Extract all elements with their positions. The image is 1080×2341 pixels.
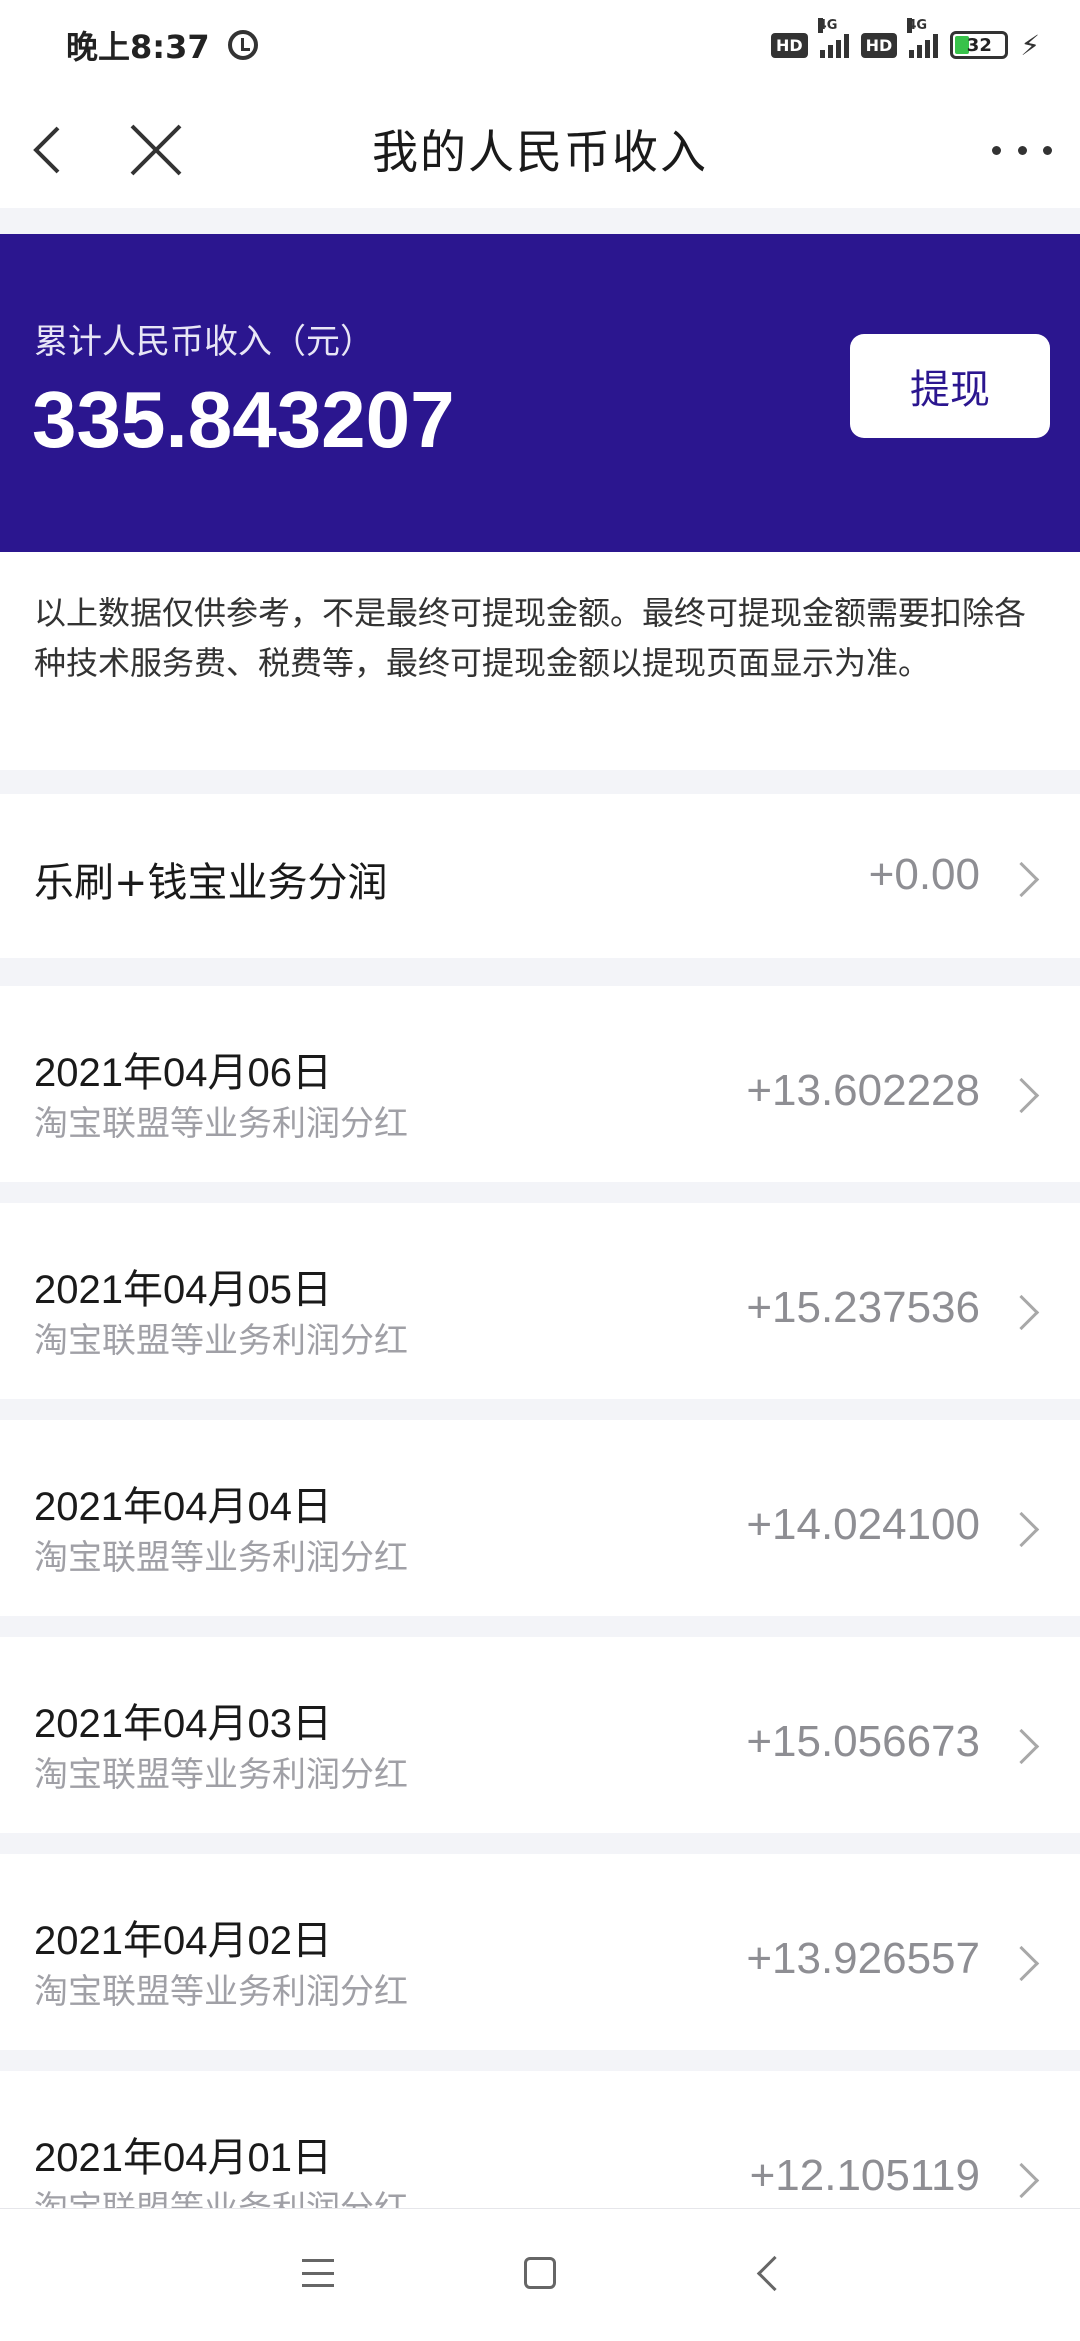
- withdraw-button[interactable]: 提现: [850, 334, 1050, 438]
- hd-badge: HD: [770, 32, 808, 58]
- list-item[interactable]: 2021年04月06日 淘宝联盟等业务利润分红 +13.602228: [0, 986, 1080, 1182]
- record-date: 2021年04月02日: [34, 1919, 332, 1963]
- record-date: 2021年04月03日: [34, 1702, 332, 1746]
- charging-icon: ⚡: [1020, 28, 1040, 62]
- chevron-right-icon: [1003, 861, 1040, 898]
- list-item[interactable]: 2021年04月05日 淘宝联盟等业务利润分红 +15.237536: [0, 1203, 1080, 1399]
- chevron-right-icon: [1003, 2162, 1040, 2199]
- chevron-right-icon: [1003, 1511, 1040, 1548]
- record-desc: 淘宝联盟等业务利润分红: [34, 1755, 408, 1795]
- status-left: 晚上8:37: [66, 22, 258, 68]
- chevron-right-icon: [1003, 1945, 1040, 1982]
- status-bar: 晚上8:37 HD 4G HD 4G 32 ⚡: [0, 0, 1080, 90]
- record-amount: +15.056673: [746, 1717, 980, 1766]
- alarm-icon: [227, 30, 258, 60]
- status-time: 晚上8:37: [66, 28, 210, 66]
- signal-icon: 4G: [817, 18, 849, 58]
- record-desc: 淘宝联盟等业务利润分红: [34, 1972, 408, 2012]
- record-amount: +15.237536: [746, 1283, 980, 1332]
- network-label: 4G: [817, 18, 838, 33]
- record-desc: 淘宝联盟等业务利润分红: [34, 1321, 408, 1361]
- system-back-icon[interactable]: [756, 2255, 793, 2292]
- record-date: 2021年04月06日: [34, 1051, 332, 1095]
- status-right: HD 4G HD 4G 32 ⚡: [770, 18, 1040, 62]
- close-icon[interactable]: [124, 118, 188, 182]
- nav-bar: 我的人民币收入: [0, 90, 1080, 208]
- more-dots-icon[interactable]: [992, 130, 1052, 170]
- menu-icon[interactable]: [302, 2259, 334, 2287]
- profit-share-title: 乐刷+钱宝业务分润: [34, 860, 388, 906]
- record-date: 2021年04月05日: [34, 1268, 332, 1312]
- network-label-2: 4G: [907, 18, 928, 33]
- record-amount: +13.926557: [746, 1934, 980, 1983]
- record-desc: 淘宝联盟等业务利润分红: [34, 1104, 408, 1144]
- total-income-label: 累计人民币收入（元）: [34, 322, 374, 362]
- chevron-right-icon: [1003, 1294, 1040, 1331]
- back-arrow-icon[interactable]: [22, 120, 82, 180]
- page-title: 我的人民币收入: [372, 125, 708, 179]
- list-item[interactable]: 2021年04月02日 淘宝联盟等业务利润分红 +13.926557: [0, 1854, 1080, 2050]
- battery-level: 32: [966, 34, 992, 56]
- income-record-list: 2021年04月06日 淘宝联盟等业务利润分红 +13.602228 2021年…: [0, 986, 1080, 2288]
- record-amount: +14.024100: [746, 1500, 980, 1549]
- total-income-amount: 335.843207: [32, 375, 455, 464]
- system-nav-bar: [0, 2208, 1080, 2341]
- record-date: 2021年04月01日: [34, 2136, 332, 2180]
- chevron-right-icon: [1003, 1728, 1040, 1765]
- list-item[interactable]: 2021年04月03日 淘宝联盟等业务利润分红 +15.056673: [0, 1637, 1080, 1833]
- record-date: 2021年04月04日: [34, 1485, 332, 1529]
- battery-icon: 32: [950, 31, 1009, 59]
- list-item[interactable]: 2021年04月04日 淘宝联盟等业务利润分红 +14.024100: [0, 1420, 1080, 1616]
- record-amount: +12.105119: [749, 2151, 980, 2200]
- profit-share-amount: +0.00: [868, 850, 980, 899]
- record-amount: +13.602228: [746, 1066, 980, 1115]
- profit-share-row[interactable]: 乐刷+钱宝业务分润 +0.00: [0, 794, 1080, 958]
- chevron-right-icon: [1003, 1077, 1040, 1114]
- disclaimer-notice: 以上数据仅供参考，不是最终可提现金额。最终可提现金额需要扣除各种技术服务费、税费…: [0, 552, 1080, 770]
- income-banner: 累计人民币收入（元） 335.843207 提现: [0, 234, 1080, 552]
- hd-badge-2: HD: [860, 32, 898, 58]
- signal-icon-2: 4G: [907, 18, 939, 58]
- home-square-icon[interactable]: [524, 2257, 556, 2289]
- record-desc: 淘宝联盟等业务利润分红: [34, 1538, 408, 1578]
